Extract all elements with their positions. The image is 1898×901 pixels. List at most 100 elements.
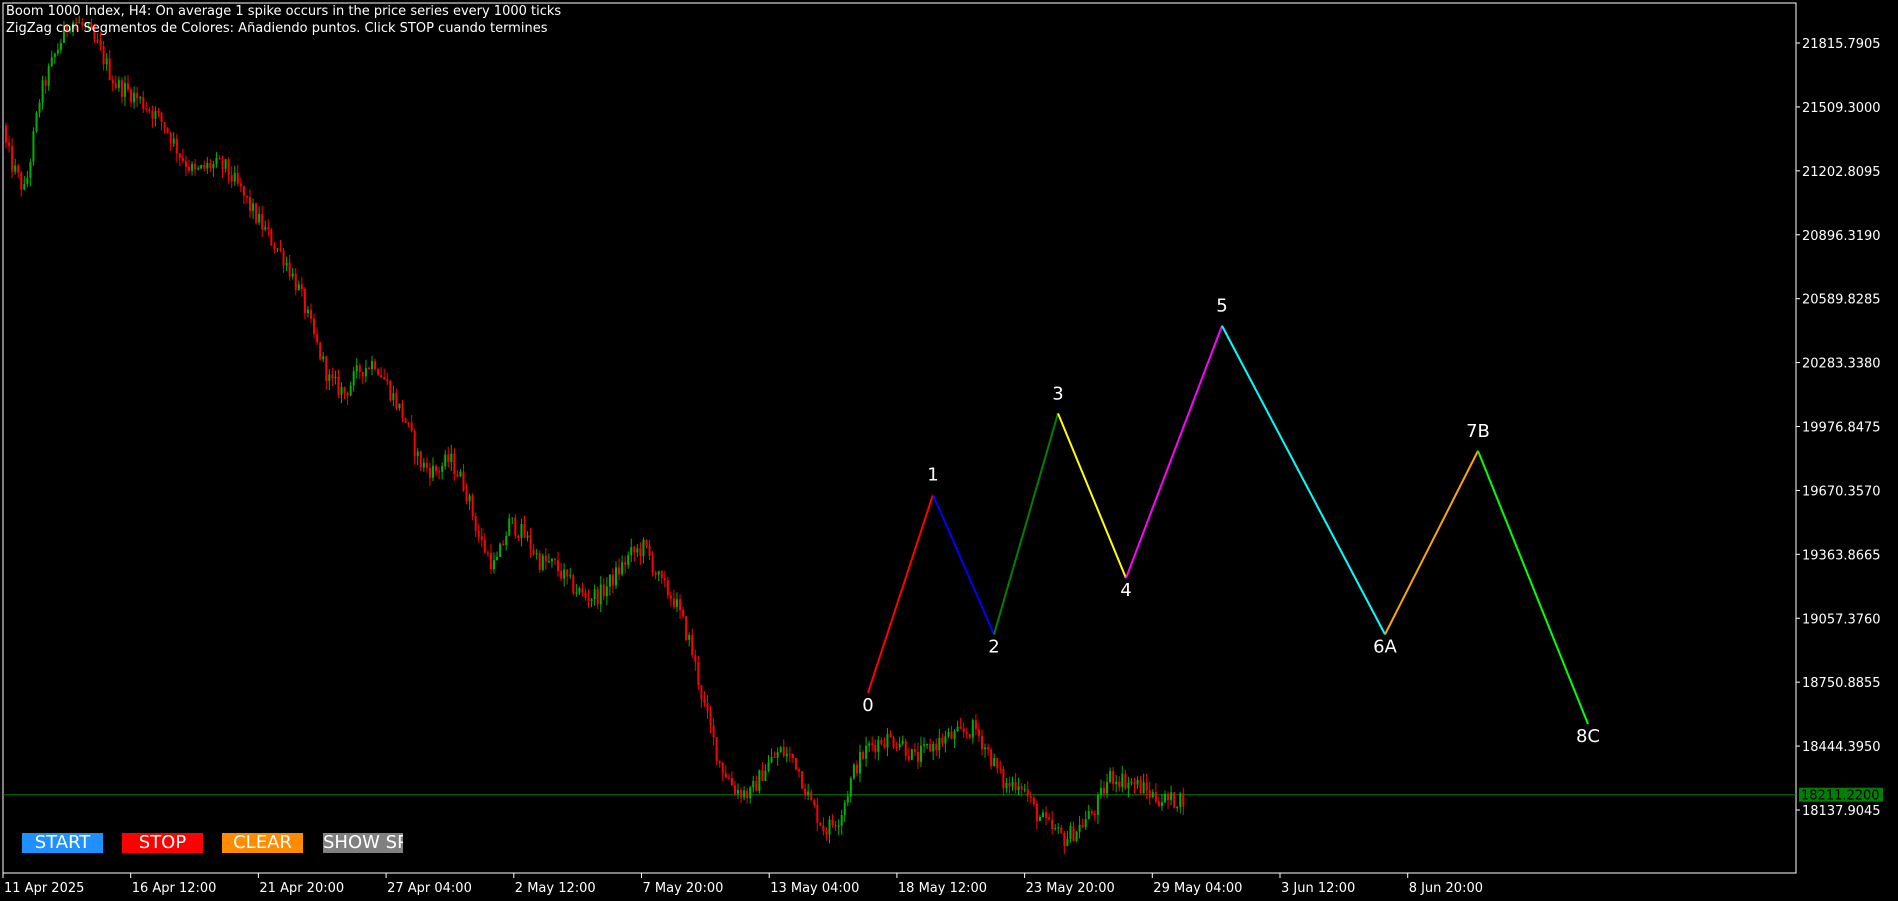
candle-body — [633, 547, 636, 553]
candle-body — [1145, 782, 1148, 791]
candle-body — [810, 791, 813, 801]
candle-body — [1179, 793, 1182, 808]
candle-body — [953, 731, 956, 739]
candle-body — [1023, 789, 1026, 791]
candle-body — [883, 744, 886, 748]
candle-body — [807, 791, 810, 796]
candle-body — [1005, 782, 1008, 789]
candle-body — [544, 555, 547, 562]
candle-body — [111, 79, 114, 84]
candle-body — [700, 685, 703, 699]
candle-body — [794, 757, 797, 770]
candle-body — [913, 748, 916, 752]
candle-body — [160, 112, 163, 123]
candle-body — [761, 770, 764, 781]
candle-body — [496, 556, 499, 561]
candle-body — [325, 356, 328, 381]
candle-body — [694, 655, 697, 662]
candle-body — [355, 365, 358, 372]
candle-body — [798, 769, 800, 772]
zigzag-point-label: 7B — [1466, 421, 1490, 442]
candle-body — [645, 539, 648, 546]
candle-body — [554, 558, 556, 561]
candle-body — [288, 262, 291, 277]
x-axis-label: 18 May 12:00 — [898, 881, 987, 896]
candle-body — [252, 203, 255, 211]
candle-body — [834, 824, 837, 827]
candle-body — [511, 517, 514, 519]
candle-body — [874, 744, 877, 752]
candle-body — [1069, 826, 1072, 839]
candle-body — [114, 83, 117, 88]
price-chart[interactable]: 21815.7905 21509.3000 21202.8095 20896.3190… — [0, 0, 1898, 901]
candle-body — [300, 284, 303, 290]
candle-body — [697, 661, 700, 686]
candle-body — [840, 815, 843, 826]
candle-body — [1182, 793, 1185, 807]
candle-body — [35, 112, 38, 132]
candle-body — [377, 369, 380, 375]
clear-button[interactable]: CLEAR — [222, 833, 303, 853]
candle-body — [197, 168, 200, 170]
candle-body — [904, 741, 907, 756]
candle-body — [1035, 804, 1038, 822]
candle-body — [1106, 782, 1109, 794]
candle-body — [215, 157, 218, 164]
candle-body — [1151, 792, 1154, 798]
candle-body — [1045, 812, 1048, 818]
start-button[interactable]: START — [22, 833, 103, 853]
candle-body — [773, 756, 776, 758]
candle-body — [682, 609, 685, 617]
candle-body — [578, 588, 581, 593]
candle-body — [8, 142, 11, 147]
candle-body — [987, 747, 990, 750]
candle-body — [136, 92, 139, 99]
candle-body — [657, 571, 660, 575]
zigzag-point-label: 6A — [1373, 636, 1397, 657]
candle-body — [236, 172, 239, 184]
candle-body — [32, 131, 35, 162]
stop-button[interactable]: STOP — [122, 833, 203, 853]
candle-body — [971, 720, 974, 738]
candle-body — [938, 737, 941, 751]
candle-body — [1054, 828, 1057, 830]
candle-body — [398, 403, 401, 409]
y-axis-label: 19976.8475 — [1802, 421, 1881, 436]
candle-body — [1060, 827, 1063, 834]
candle-body — [791, 753, 794, 758]
candle-body — [465, 490, 468, 502]
candle-body — [261, 213, 264, 230]
candle-body — [145, 108, 148, 110]
candle-body — [770, 756, 773, 763]
y-axis-label: 19670.3570 — [1802, 484, 1881, 499]
x-axis-label: 21 Apr 20:00 — [259, 881, 344, 896]
candle-body — [410, 422, 413, 431]
candle-body — [688, 635, 691, 640]
candle-body — [785, 753, 788, 757]
candle-body — [181, 157, 184, 162]
candle-body — [862, 752, 865, 759]
candle-body — [767, 762, 770, 771]
candle-body — [651, 556, 654, 573]
candle-body — [471, 495, 474, 517]
candle-body — [1020, 786, 1023, 790]
candle-body — [950, 732, 953, 739]
candle-body — [758, 770, 761, 792]
candle-body — [38, 102, 41, 113]
candle-body — [233, 172, 236, 182]
candle-body — [166, 128, 169, 133]
candle-body — [916, 751, 919, 762]
candle-body — [1084, 819, 1087, 828]
candle-body — [1066, 838, 1069, 846]
candle-body — [703, 698, 706, 703]
candle-body — [743, 790, 746, 798]
candle-body — [523, 523, 526, 538]
candle-body — [383, 377, 386, 380]
candle-body — [779, 747, 782, 753]
candle-body — [709, 710, 712, 726]
candle-body — [1099, 788, 1102, 795]
candle-body — [291, 273, 294, 277]
show-spikes-button[interactable]: SHOW SPIKES — [323, 833, 403, 853]
candle-body — [151, 110, 154, 119]
candle-body — [968, 734, 971, 738]
